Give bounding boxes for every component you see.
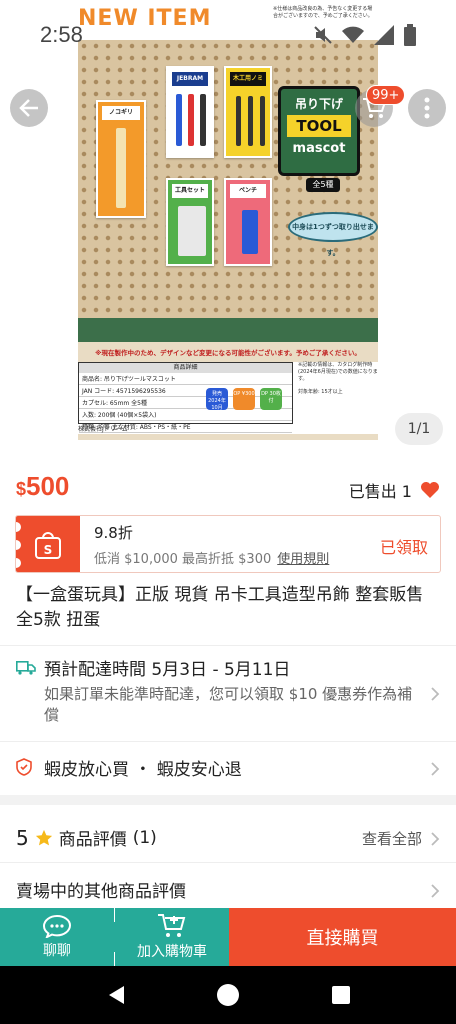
shopee-bag-icon: S	[35, 532, 61, 559]
product-image: NEW ITEM ※仕様は商品改良の為、予告なく変更する場合がございますので、予…	[78, 0, 378, 440]
chat-button[interactable]: 聊聊	[0, 908, 114, 966]
status-time: 2:58	[40, 22, 83, 47]
nav-back-icon[interactable]	[106, 985, 126, 1005]
cart-plus-icon	[158, 914, 186, 937]
spec-side-note: ※記載の情報は、カタログ制作時(2024年6月現在)での数値になります。 対象年…	[298, 362, 378, 395]
star-icon	[35, 829, 52, 845]
chat-icon	[42, 914, 72, 938]
voucher-claimed-status: 已領取	[379, 538, 428, 557]
rating-score: 5	[16, 825, 29, 850]
nav-recents-icon[interactable]	[332, 986, 350, 1004]
spec-title: 商品詳細	[79, 363, 292, 373]
variety-badge: 全5種	[306, 178, 340, 192]
new-item-label: NEW ITEM	[78, 6, 212, 31]
product-image-carousel[interactable]: NEW ITEM ※仕様は商品改良の為、予告なく変更する場合がございますので、予…	[0, 0, 456, 460]
voucher-condition: 低消 $10,000 最高折抵 $300	[94, 552, 272, 567]
delivery-guarantee-note: 如果訂單未能準時配達，您可以領取 $10 優惠券作為補償	[44, 685, 413, 724]
tool-card-pliers: ペンチ	[224, 178, 272, 266]
truck-icon	[16, 661, 36, 675]
voucher-title: 9.8折	[94, 524, 133, 542]
tool-mascot-logo: 吊り下げ TOOL mascot	[278, 86, 360, 176]
sold-count: 已售出 1	[349, 478, 440, 502]
tool-card-saw: ノコギリ	[96, 100, 146, 218]
price-tag: OP ¥300	[233, 388, 255, 410]
spec-row: 商品名: 吊り下げツールマスコット	[79, 373, 292, 385]
more-vertical-icon	[424, 97, 430, 119]
back-arrow-icon	[19, 99, 38, 117]
product-title: 【一盒蛋玩具】正版 現貨 吊卡工具造型吊飾 整套販售 全5款 扭蛋	[16, 585, 424, 630]
voucher-card[interactable]: S 9.8折 低消 $10,000 最高折抵 $300 使用規則 已領取	[15, 515, 441, 573]
speech-bubble: 中身は1つずつ取り出せます。	[288, 212, 378, 257]
company-name: 株式会社Jドリーム	[78, 426, 128, 433]
shipping-info-row[interactable]: 預計配達時間 5月3日 - 5月11日 如果訂單未能準時配達，您可以領取 $10…	[16, 655, 446, 726]
status-icons	[314, 24, 416, 46]
image-counter: 1/1	[395, 413, 443, 445]
android-nav-bar	[0, 966, 456, 1024]
shopee-guarantee-row[interactable]: 蝦皮放心買 ・ 蝦皮安心退	[16, 755, 242, 780]
rating-count: (1)	[132, 827, 157, 848]
bottom-action-bar: 聊聊 加入購物車 直接購買	[0, 908, 456, 966]
product-price: $500	[16, 471, 70, 501]
chevron-right-icon	[431, 831, 440, 846]
tool-card-chisel: 木工用ノミ 3本組	[224, 66, 272, 158]
tool-card-toolset: JEBRAM TOOL SET	[166, 66, 214, 158]
voucher-icon-panel: S	[16, 516, 80, 572]
signal-icon	[374, 25, 394, 45]
cart-count-badge: 99+	[366, 85, 406, 105]
shield-icon	[16, 758, 32, 776]
voucher-rules-link[interactable]: 使用規則	[277, 552, 329, 567]
svg-text:S: S	[44, 543, 53, 557]
see-all-reviews-link[interactable]: 查看全部	[362, 828, 440, 849]
back-button[interactable]	[10, 89, 48, 127]
delivery-estimate: 預計配達時間 5月3日 - 5月11日	[44, 660, 291, 680]
mute-icon	[314, 26, 332, 44]
tool-card-set: 工具セット	[166, 178, 214, 266]
battery-icon	[404, 24, 416, 46]
cutting-mat	[78, 318, 378, 342]
production-warning: ※現在製作中のため、デザインなど変更になる可能性がございます。予めご了承ください…	[95, 349, 361, 357]
release-tag: 発売 2024年 10月	[206, 388, 228, 411]
buy-now-button[interactable]: 直接購買	[229, 908, 456, 966]
spec-row: 入数: 200個 (40個×5袋入)	[79, 409, 292, 421]
chevron-right-icon	[431, 762, 440, 776]
product-rating-header: 5 商品評價 (1)	[16, 825, 157, 851]
wifi-icon	[342, 26, 364, 43]
chevron-right-icon	[431, 884, 440, 898]
add-to-cart-button[interactable]: 加入購物車	[115, 908, 229, 966]
guarantee-text: 蝦皮放心買 ・ 蝦皮安心退	[44, 760, 242, 780]
more-options-button[interactable]	[408, 89, 446, 127]
shop-other-reviews-row[interactable]: 賣場中的其他商品評價	[16, 877, 186, 902]
dp-tag: DP 30枚付	[260, 388, 282, 410]
image-note: ※仕様は商品改良の為、予告なく変更する場合がございますので、予めご了承ください。	[273, 6, 373, 19]
rating-label: 商品評價	[58, 830, 127, 850]
heart-icon[interactable]	[420, 481, 440, 499]
nav-home-icon[interactable]	[217, 984, 239, 1006]
chevron-right-icon	[431, 687, 440, 701]
